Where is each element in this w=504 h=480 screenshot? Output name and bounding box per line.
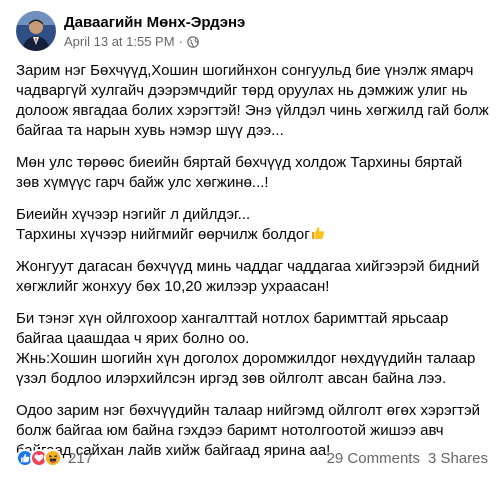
post-header: Даваагийн Мөнх-Эрдэнэ April 13 at 1:55 P… (16, 11, 245, 51)
thumbs-up-icon (311, 226, 325, 240)
text-line: үзэл бодлоо илэрхийлсэн иргэд зөв ойлгол… (16, 370, 447, 387)
text-line-text: Тархины хүчээр нийгмийг өөрчилж болдог (16, 226, 310, 243)
reaction-count: 217 (68, 449, 94, 467)
text-line: Мөн улс төрөөс биеийн бяртай бөхчүүд хол… (16, 154, 463, 171)
avatar[interactable] (16, 11, 56, 51)
haha-icon (44, 449, 62, 467)
text-line-with-emoji: Тархины хүчээр нийгмийг өөрчилж болдог (16, 225, 492, 245)
post-stats: 29 Comments 3 Shares (327, 450, 488, 467)
post-meta: Даваагийн Мөнх-Эрдэнэ April 13 at 1:55 P… (64, 13, 245, 50)
text-line: долоож явгадаа болих хэрэгтэй! Энэ үйлдэ… (16, 102, 489, 119)
post-date[interactable]: April 13 at 1:55 PM (64, 33, 175, 50)
paragraph-2: Мөн улс төрөөс биеийн бяртай бөхчүүд хол… (16, 153, 492, 193)
text-line: Жонгуут дагасан бөхчүүд минь чаддаг чадд… (16, 258, 480, 275)
post-footer: 217 29 Comments 3 Shares (16, 446, 488, 470)
text-line: байгаа та нарын хувь нэмэр шүү дээ... (16, 122, 284, 139)
reactions-summary[interactable]: 217 (16, 449, 93, 467)
text-line: байгаа цаашдаа ч ярих болно оо. (16, 330, 250, 347)
post-subline: April 13 at 1:55 PM · (64, 33, 245, 50)
paragraph-5: Би тэнэг хүн ойлгохоор хангалттай нотлох… (16, 309, 492, 389)
avatar-image (16, 11, 56, 51)
paragraph-3: Биеийн хүчээр нэгийг л дийлдэг... Тархин… (16, 205, 492, 245)
author-name[interactable]: Даваагийн Мөнх-Эрдэнэ (64, 13, 245, 32)
separator: · (178, 33, 183, 49)
text-line: хөгжлийг жонхуу бөх 10,20 жилээр ухрааса… (16, 278, 330, 295)
text-line: Жнь:Хошин шогийн хүн доголох доромжилдог… (16, 350, 476, 367)
text-line: Биеийн хүчээр нэгийг л дийлдэг... (16, 206, 251, 223)
text-line: зөв хүмүүс гарч байж улс хөгжинө...! (16, 174, 269, 191)
text-line: Зарим нэг Бөхчүүд,Хошин шогийнхон сонгуу… (16, 62, 474, 79)
paragraph-1: Зарим нэг Бөхчүүд,Хошин шогийнхон сонгуу… (16, 61, 492, 141)
text-line: Би тэнэг хүн ойлгохоор хангалттай нотлох… (16, 310, 449, 327)
post-body: Зарим нэг Бөхчүүд,Хошин шогийнхон сонгуу… (16, 61, 492, 473)
text-line: болж байгаа юм байна гэхдээ баримт нотол… (16, 422, 444, 439)
globe-icon (187, 35, 199, 48)
text-line: Одоо зарим нэг бөхчүүдийн талаар нийгэмд… (16, 402, 480, 419)
comments-link[interactable]: 29 Comments (327, 450, 420, 467)
text-line: чадваргүй хулгайч дээрэмчдийг төрд оруул… (16, 82, 468, 99)
post-card: Даваагийн Мөнх-Эрдэнэ April 13 at 1:55 P… (0, 0, 504, 480)
shares-link[interactable]: 3 Shares (428, 450, 488, 467)
paragraph-4: Жонгуут дагасан бөхчүүд минь чаддаг чадд… (16, 257, 492, 297)
